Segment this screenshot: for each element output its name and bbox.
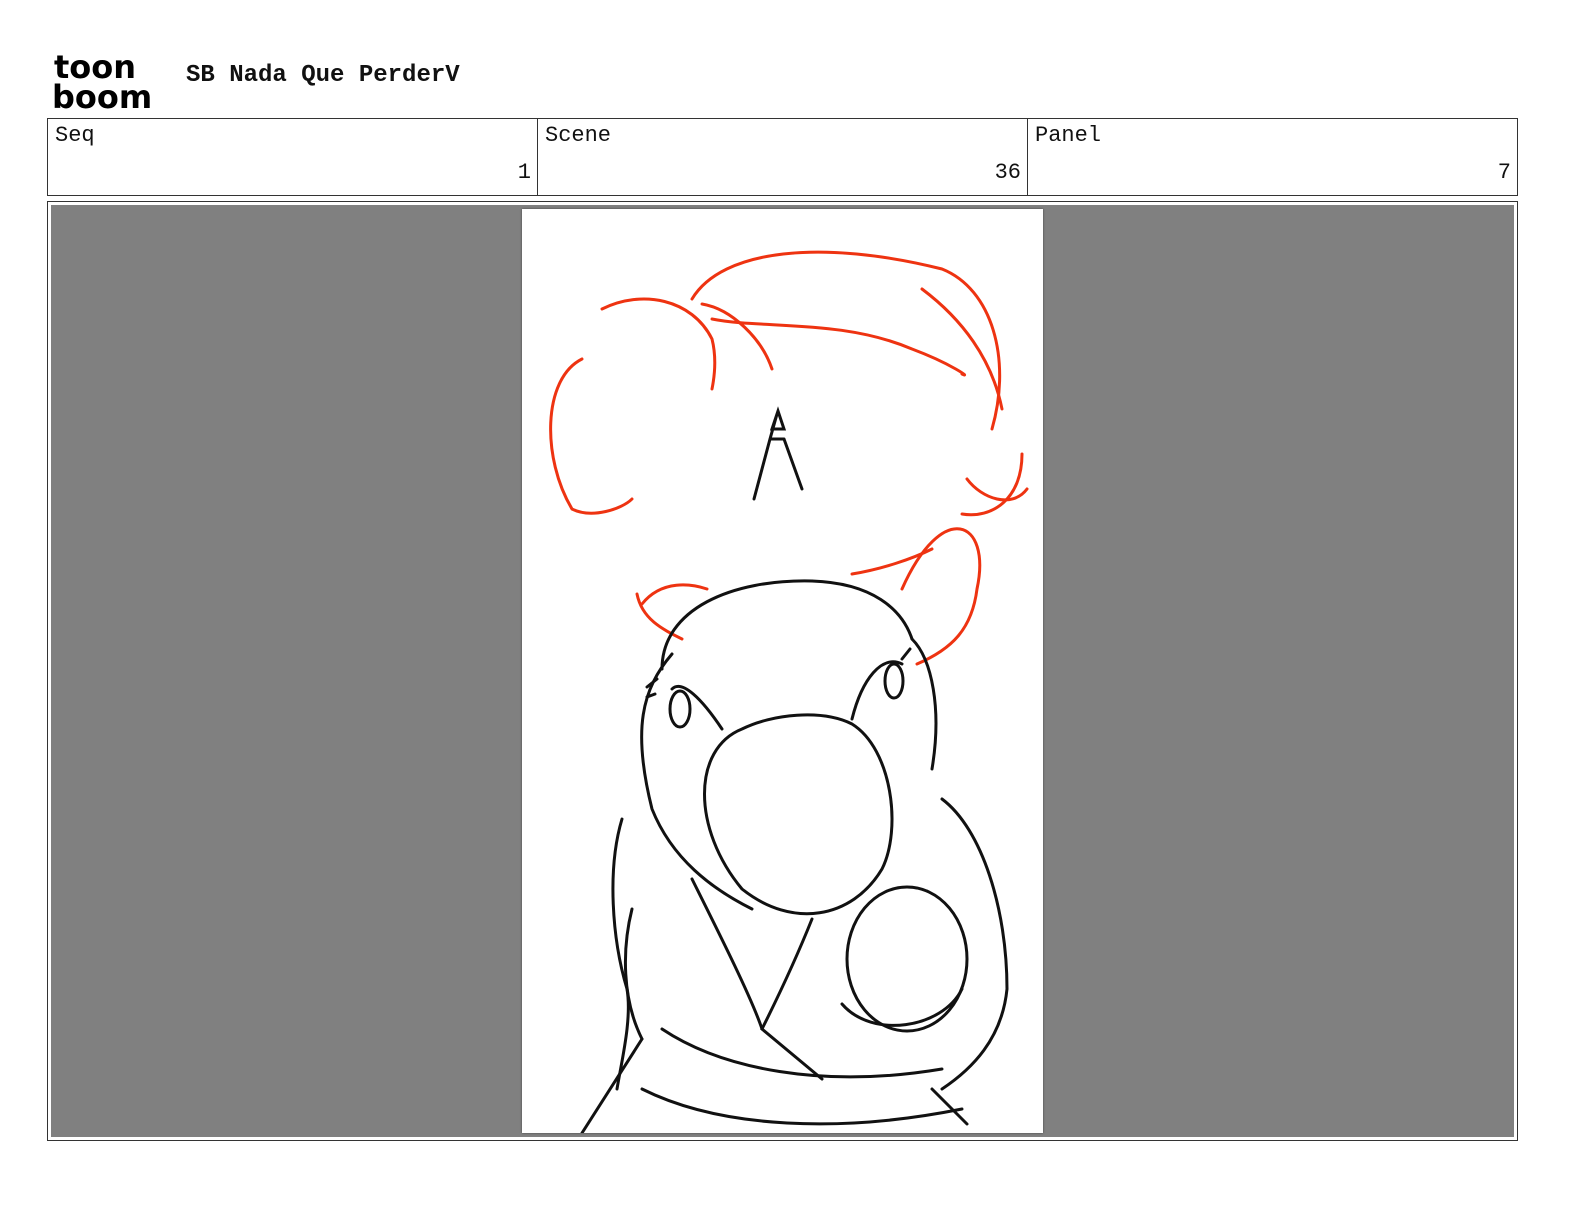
seq-cell: Seq 1 (48, 119, 538, 195)
info-table: Seq 1 Scene 36 Panel 7 (47, 118, 1518, 196)
hair-sketch (549, 250, 1029, 666)
panel-value: 7 (1497, 160, 1511, 185)
logo-line2: boom (52, 78, 152, 110)
panel-drawing (522, 209, 1043, 1133)
scene-value: 36 (994, 160, 1021, 185)
scene-cell: Scene 36 (538, 119, 1028, 195)
scene-label: Scene (545, 123, 612, 148)
character-sketch (580, 406, 1009, 1133)
logo-graphic: toon boom (52, 50, 152, 110)
toon-boom-logo: toon boom (52, 50, 164, 110)
panel-label: Panel (1035, 123, 1102, 148)
panel-cell: Panel 7 (1028, 119, 1517, 195)
seq-label: Seq (55, 123, 95, 148)
project-title: SB Nada Que PerderV (186, 62, 460, 89)
sketch-illustration (549, 250, 1029, 1133)
seq-value: 1 (517, 160, 531, 185)
